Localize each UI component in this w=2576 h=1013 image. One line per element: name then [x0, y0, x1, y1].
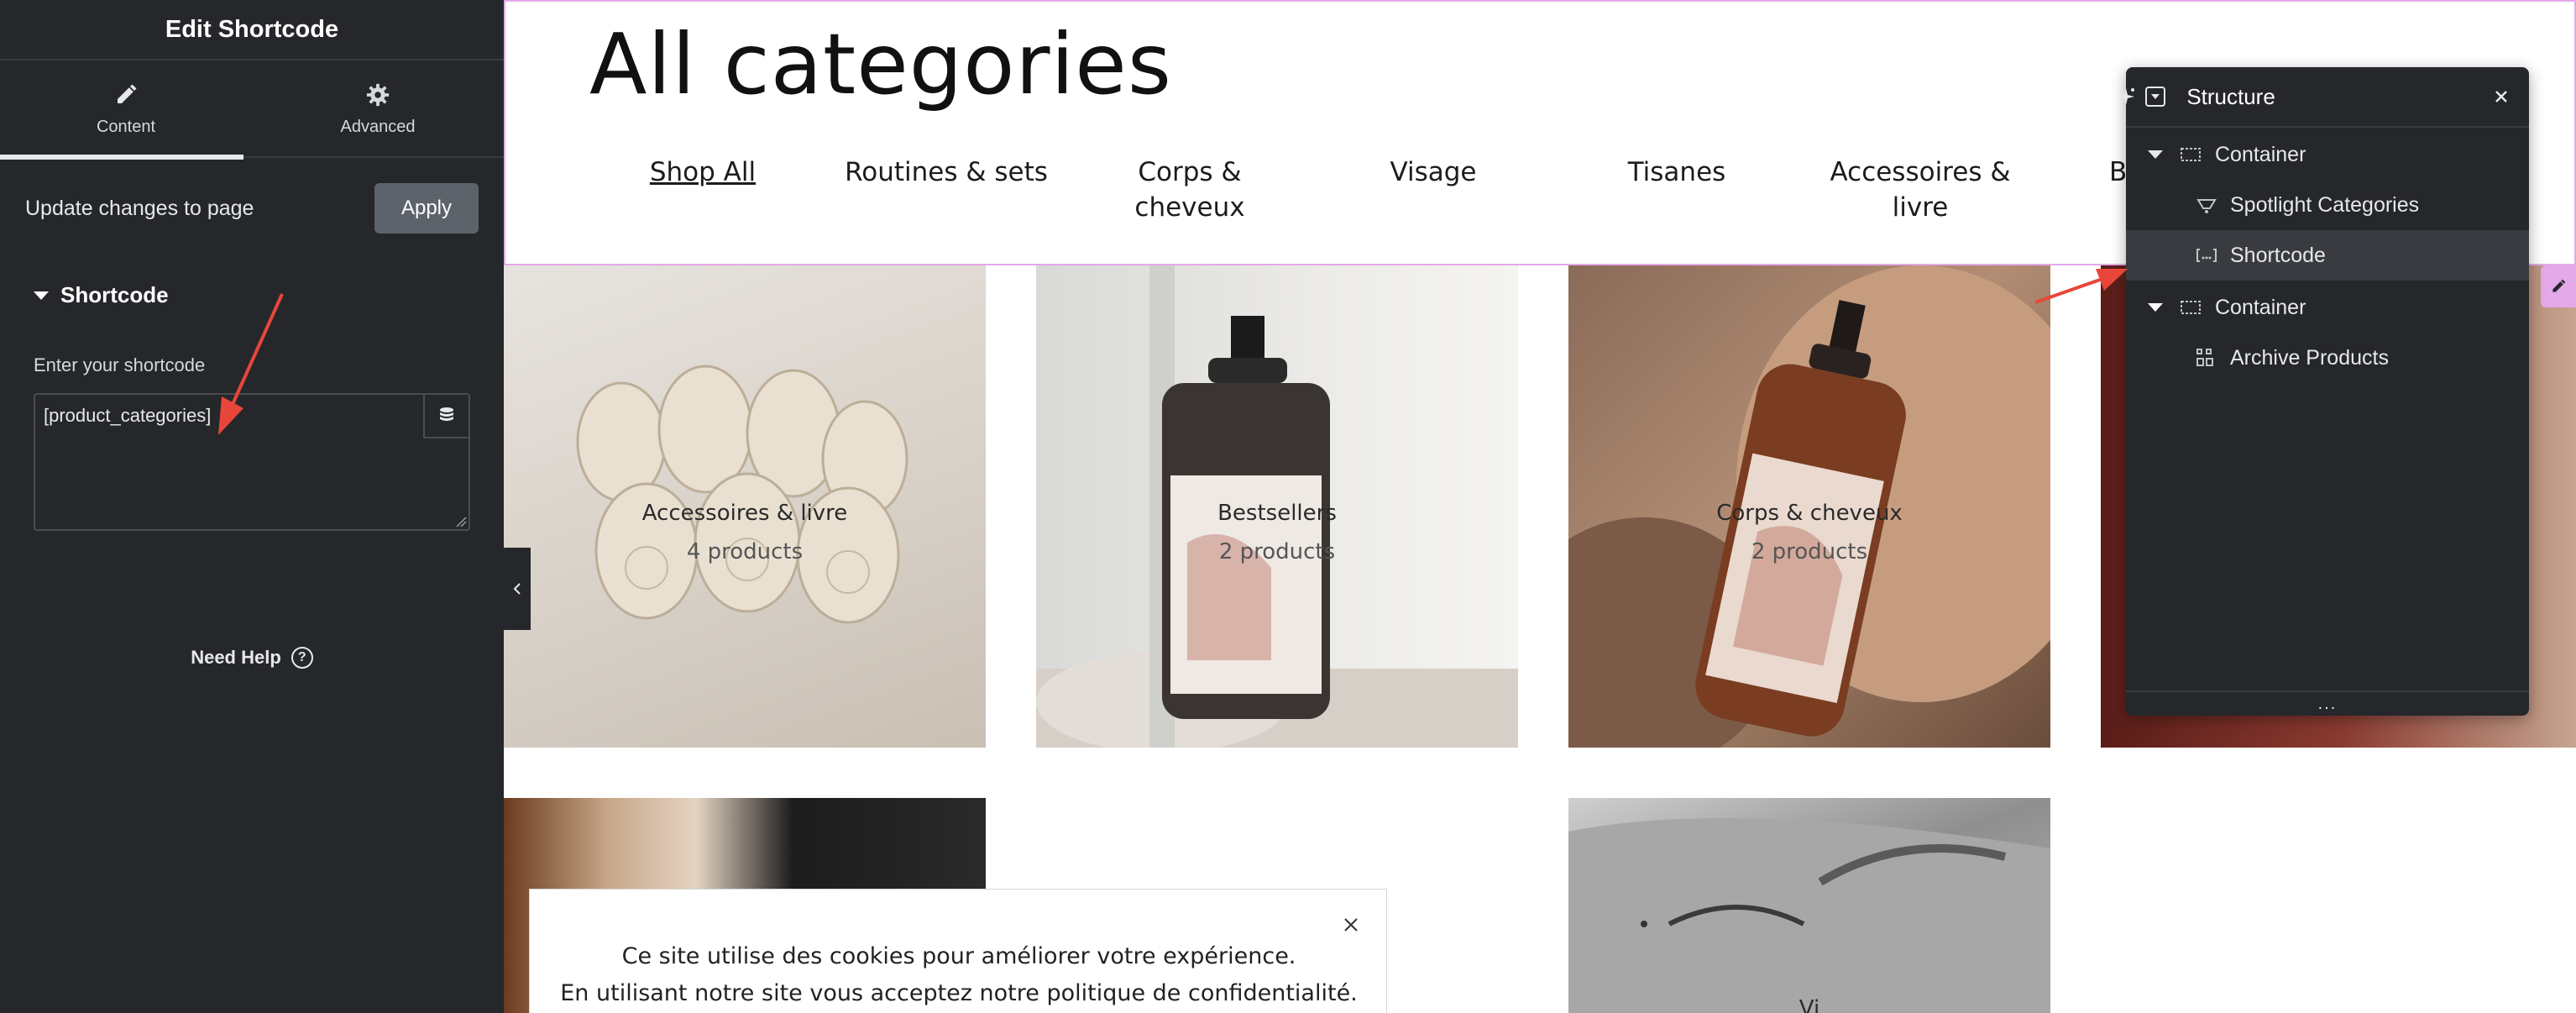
category-label: Accessoires & [1830, 157, 2011, 187]
tab-content-label: Content [96, 117, 156, 136]
category-tile[interactable]: Vi [1568, 798, 2050, 1013]
category-label: Tisanes [1627, 157, 1726, 187]
close-icon[interactable] [1341, 915, 1361, 935]
category-label: Visage [1390, 157, 1477, 187]
close-icon[interactable] [2492, 87, 2511, 106]
caret-down-icon[interactable] [2148, 303, 2163, 312]
category-tile[interactable]: Corps & cheveux 2 products [1568, 265, 2050, 748]
editor-panel: Edit Shortcode Content Advanced Update c… [0, 0, 504, 1013]
category-tile[interactable]: Bestsellers 2 products [1036, 265, 1518, 748]
container-icon [2181, 301, 2201, 314]
structure-item-spotlight[interactable]: Spotlight Categories [2126, 180, 2529, 230]
collapse-panel-button[interactable] [504, 548, 531, 630]
tile-count: 4 products [686, 539, 804, 564]
spotlight-icon [2196, 199, 2217, 213]
dropdown-box-icon[interactable] [2144, 86, 2166, 108]
structure-panel: Structure Container Spotlight Categories… [2118, 67, 2529, 716]
category-visage[interactable]: Visage [1312, 155, 1555, 190]
tab-advanced-label: Advanced [340, 117, 416, 136]
structure-item-label: Spotlight Categories [2230, 192, 2420, 217]
tile-name: Corps & cheveux [1716, 501, 1903, 526]
panel-title: Edit Shortcode [0, 0, 504, 60]
database-icon [440, 407, 453, 421]
cookie-text-line2: En utilisant notre site vous acceptez no… [560, 980, 1358, 1006]
tab-advanced[interactable]: Advanced [252, 60, 504, 158]
update-changes-text: Update changes to page [25, 196, 254, 220]
structure-item-container[interactable]: Container [2126, 129, 2529, 180]
chevron-left-icon [513, 583, 521, 595]
category-tile[interactable]: Accessoires & livre 4 products [504, 265, 986, 748]
apply-button[interactable]: Apply [374, 183, 479, 234]
structure-item-label: Shortcode [2230, 243, 2326, 267]
structure-item-label: Container [2215, 295, 2306, 319]
sparkle-icon[interactable] [2114, 85, 2138, 108]
category-shop-all[interactable]: Shop All [581, 155, 825, 190]
caret-down-icon [34, 291, 49, 300]
tile-name: Accessoires & livre [641, 501, 848, 526]
tile-count: 2 products [1218, 539, 1336, 564]
need-help-link[interactable]: Need Help ? [0, 647, 504, 669]
category-corps[interactable]: Corps & cheveux [1068, 155, 1312, 225]
structure-title: Structure [2186, 83, 2275, 109]
container-icon [2181, 148, 2201, 161]
shortcode-icon [2196, 249, 2217, 262]
structure-item-label: Archive Products [2230, 345, 2389, 370]
structure-footer-handle[interactable]: ... [2126, 690, 2529, 716]
structure-header: Structure [2118, 67, 2529, 128]
tile-count: 2 products [1751, 539, 1868, 564]
gear-icon [366, 83, 390, 106]
pencil-icon [118, 84, 137, 103]
need-help-label: Need Help [191, 647, 281, 668]
shortcode-section-toggle[interactable]: Shortcode [34, 282, 169, 308]
shortcode-field-label: Enter your shortcode [34, 354, 206, 375]
cookie-banner: Ce site utilise des cookies pour amélior… [529, 889, 1387, 1013]
archive-icon [2196, 349, 2213, 366]
shortcode-value: [product_categories] [44, 405, 212, 426]
section-title: Shortcode [60, 282, 169, 307]
caret-down-icon[interactable] [2148, 150, 2163, 159]
page-heading: All categories [589, 15, 1172, 113]
cookie-text-line1: Ce site utilise des cookies pour amélior… [621, 943, 1296, 969]
structure-item-archive-products[interactable]: Archive Products [2126, 333, 2529, 383]
pencil-icon [2552, 279, 2566, 292]
edit-widget-handle[interactable] [2541, 265, 2576, 307]
category-routines[interactable]: Routines & sets [825, 155, 1068, 190]
help-icon: ? [291, 647, 313, 669]
editor-tabs: Content Advanced [0, 60, 504, 160]
structure-item-label: Container [2215, 142, 2306, 166]
shortcode-textarea[interactable]: [product_categories] [34, 393, 470, 531]
update-row: Update changes to page Apply [25, 183, 479, 234]
category-tisanes[interactable]: Tisanes [1555, 155, 1798, 190]
tab-content[interactable]: Content [0, 60, 252, 160]
tile-name: Bestsellers [1217, 501, 1337, 526]
resize-grip-icon[interactable] [455, 516, 467, 527]
tile-name: Vi [1798, 996, 1820, 1013]
face-image [1568, 818, 2050, 1013]
category-accessoires[interactable]: Accessoires & livre [1798, 155, 2042, 225]
structure-item-container[interactable]: Container [2126, 282, 2529, 333]
category-label: Routines & sets [845, 157, 1048, 187]
category-label: Corps & [1138, 157, 1242, 187]
category-label-line2: cheveux [1134, 192, 1245, 223]
category-label-line2: livre [1892, 192, 1949, 223]
category-label: Shop All [649, 157, 757, 187]
structure-item-shortcode[interactable]: Shortcode [2126, 230, 2529, 281]
dynamic-tags-button[interactable] [423, 395, 469, 438]
